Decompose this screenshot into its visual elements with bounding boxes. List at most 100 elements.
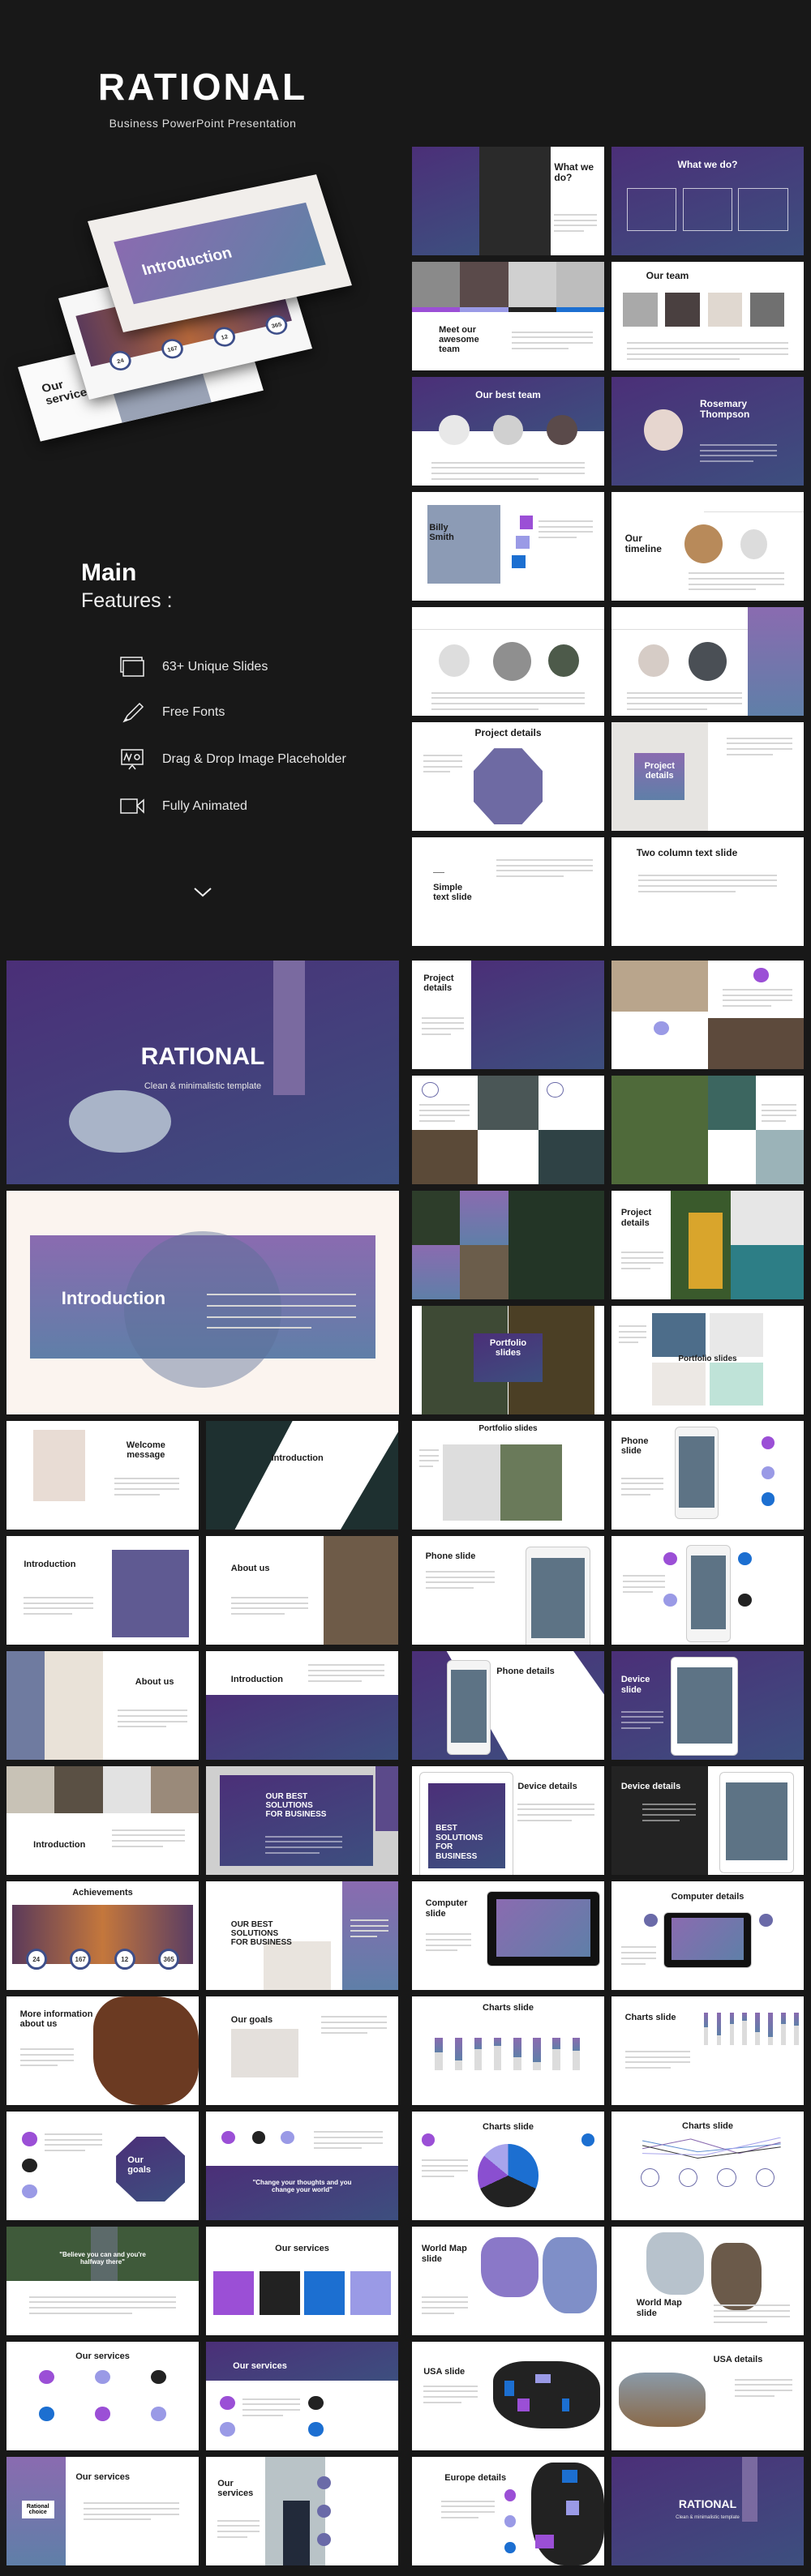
text-placeholder [423, 765, 462, 768]
text-placeholder [425, 1944, 472, 1946]
slide-services4[interactable]: Rational choice Our services [6, 2457, 199, 2565]
text-placeholder [421, 2170, 468, 2172]
slide-welcome[interactable]: Welcome message [6, 1421, 199, 1530]
slide-title: Europe details [444, 2473, 507, 2484]
slide-intro3[interactable]: Introduction [6, 1536, 199, 1645]
stat-circle: 24 [25, 1949, 47, 1971]
slide-device1[interactable]: BEST SOLUTIONS FOR BUSINESS Device detail… [412, 1766, 604, 1875]
slide-meet-team[interactable]: Meet our awesome team [412, 262, 604, 370]
slide-phone-details[interactable]: Phone details [412, 1651, 604, 1760]
icon-badge [644, 409, 683, 451]
text-placeholder [620, 1256, 663, 1259]
image-placeholder [92, 1996, 199, 2105]
slide-title: "Change your thoughts and you change you… [252, 2179, 352, 2194]
slide-portfolio1[interactable]: Portfolio slides [412, 1306, 604, 1414]
slide-intro4[interactable]: Introduction [206, 1651, 398, 1760]
slide-project-box[interactable]: Project details [611, 722, 804, 831]
slide-portfolio3[interactable]: Portfolio slides [412, 1421, 604, 1530]
slide-title: Project details [644, 761, 675, 781]
monitor-mockup [663, 1911, 752, 1968]
text-placeholder [723, 999, 792, 1002]
slide-best-team[interactable]: Our best team [412, 377, 604, 486]
slide-title: Introduction [271, 1453, 324, 1464]
slide-phone3[interactable] [611, 1536, 804, 1645]
slide-about1[interactable]: About us [206, 1536, 398, 1645]
slide-services5[interactable]: Our services [206, 2457, 398, 2565]
slide-services3[interactable]: Our services [206, 2342, 398, 2450]
text-placeholder [421, 2296, 468, 2298]
slide-computer1[interactable]: Computer slide [412, 1881, 604, 1990]
slide-intro5[interactable]: Introduction [6, 1766, 199, 1875]
slide-services1[interactable]: Our services [206, 2227, 398, 2335]
image-placeholder [519, 516, 534, 529]
slide-worldmap2[interactable]: World Map slide [611, 2227, 804, 2335]
slide-device2[interactable]: Device details [611, 1766, 804, 1875]
slide-grid2[interactable] [611, 1076, 804, 1184]
slide-photos1[interactable] [611, 961, 804, 1069]
slide-about2[interactable]: About us [6, 1651, 199, 1760]
icon-badge [69, 1090, 172, 1153]
slide-intro2[interactable]: Introduction [206, 1421, 398, 1530]
slide-device-slide[interactable]: Device slide [611, 1651, 804, 1760]
text-placeholder [419, 1448, 440, 1451]
slide-billy[interactable]: Billy Smith [412, 492, 604, 601]
text-placeholder [512, 331, 593, 333]
slide-goals2[interactable]: Our goals [6, 2112, 199, 2220]
image-placeholder [703, 511, 804, 513]
slide-portfolio2[interactable]: Portfolio slides [611, 1306, 804, 1414]
slide-usa2[interactable]: USA details [611, 2342, 804, 2450]
slide-timeline[interactable]: Our timeline [611, 492, 804, 601]
image-placeholder [6, 1651, 45, 1760]
text-placeholder [423, 2390, 478, 2393]
slide-charts2[interactable]: Charts slide [611, 1996, 804, 2105]
slide-solutions2[interactable]: OUR BEST SOLUTIONS FOR BUSINESS [206, 1881, 398, 1990]
slide-charts-pie[interactable]: Charts slide [412, 2112, 604, 2220]
slide-phone1[interactable]: Phone slide [611, 1421, 804, 1530]
slide-moreinfo[interactable]: More information about us [6, 1996, 199, 2105]
slide-project-oct[interactable]: Project details [412, 722, 604, 831]
slide-charts-line[interactable]: Charts slide [611, 2112, 804, 2220]
slide-quote1[interactable]: "Change your thoughts and you change you… [206, 2112, 398, 2220]
icon-badge [421, 1082, 439, 1098]
slide-grid3[interactable] [412, 1191, 604, 1299]
image-placeholder [561, 2470, 577, 2484]
slide-subtitle: Clean & minimalistic template [144, 1081, 262, 1092]
slide-phone2[interactable]: Phone slide [412, 1536, 604, 1645]
slide-pd1[interactable]: Project details [412, 961, 604, 1069]
bar-chart-bar [716, 2013, 722, 2046]
slide-usa1[interactable]: USA slide [412, 2342, 604, 2450]
slide-cover[interactable]: RATIONAL Clean & minimalistic template [6, 961, 399, 1184]
slide-goals1[interactable]: Our goals [206, 1996, 398, 2105]
slide-achievements[interactable]: 24 167 12 365 Achievements [6, 1881, 199, 1990]
slide-simple-text[interactable]: Simple text slide [412, 837, 604, 946]
slide-intro-big[interactable]: Introduction [6, 1191, 399, 1414]
slide-rational-end[interactable]: RATIONAL Clean & minimalistic template [611, 2457, 804, 2565]
text-placeholder [242, 2398, 301, 2400]
slide-two-col[interactable]: Two column text slide [611, 837, 804, 946]
slide-whatwedo2[interactable]: What we do? [611, 147, 804, 255]
text-placeholder [425, 1939, 472, 1941]
text-placeholder [265, 1841, 343, 1843]
slide-title: OUR BEST SOLUTIONS FOR BUSINESS [230, 1920, 292, 1948]
slide-whatwedo1[interactable]: What we do? [412, 147, 604, 255]
slide-europe[interactable]: Europe details [412, 2457, 604, 2565]
text-placeholder [350, 1930, 389, 1932]
slide-charts1[interactable]: Charts slide [412, 1996, 604, 2105]
slide-grid1[interactable] [412, 1076, 604, 1184]
slide-quote2[interactable]: "Believe you can and you're halfway ther… [6, 2227, 199, 2335]
slide-worldmap1[interactable]: World Map slide [412, 2227, 604, 2335]
text-placeholder [206, 1304, 356, 1307]
slide-computer2[interactable]: Computer details [611, 1881, 804, 1990]
slide-services2[interactable]: Our services [6, 2342, 199, 2450]
text-placeholder [83, 2513, 180, 2515]
slide-rosemary[interactable]: Rosemary Thompson [611, 377, 804, 486]
slide-solutions1[interactable]: OUR BEST SOLUTIONS FOR BUSINESS [206, 1766, 398, 1875]
text-placeholder [431, 697, 586, 700]
image-placeholder [412, 1245, 461, 1299]
slide-our-team[interactable]: Our team [611, 262, 804, 370]
chevron-down-icon[interactable] [193, 887, 212, 898]
text-placeholder [419, 1103, 470, 1106]
slide-timeline3[interactable] [611, 607, 804, 716]
slide-pd-parrot[interactable]: Project details [611, 1191, 804, 1299]
slide-timeline2[interactable] [412, 607, 604, 716]
